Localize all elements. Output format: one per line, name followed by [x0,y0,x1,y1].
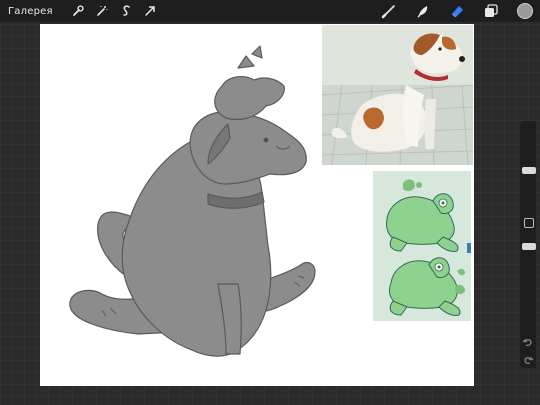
reference-frog-sketches[interactable] [373,171,471,321]
layers-icon[interactable] [482,2,500,20]
brush-icon[interactable] [380,2,398,20]
brush-size-slider[interactable] [522,167,536,174]
top-toolbar: Галерея [0,0,540,22]
gallery-button[interactable]: Галерея [8,6,53,17]
selection-s-icon[interactable] [117,2,135,20]
brush-sidebar [520,121,536,368]
transform-arrow-icon[interactable] [141,2,159,20]
opacity-slider[interactable] [522,243,536,250]
color-picker-button[interactable] [516,2,534,20]
eraser-icon[interactable] [448,2,466,20]
wrench-icon[interactable] [69,2,87,20]
redo-icon[interactable] [522,351,534,364]
reference-dog-photo[interactable] [321,25,474,166]
magic-wand-icon[interactable] [93,2,111,20]
current-color-swatch [517,3,533,19]
jack-russell-photo [321,25,474,166]
smudge-icon[interactable] [414,2,432,20]
modify-button[interactable] [524,218,534,228]
right-toolset [364,2,534,20]
frog-sketches [373,171,471,321]
undo-icon[interactable] [522,333,534,346]
